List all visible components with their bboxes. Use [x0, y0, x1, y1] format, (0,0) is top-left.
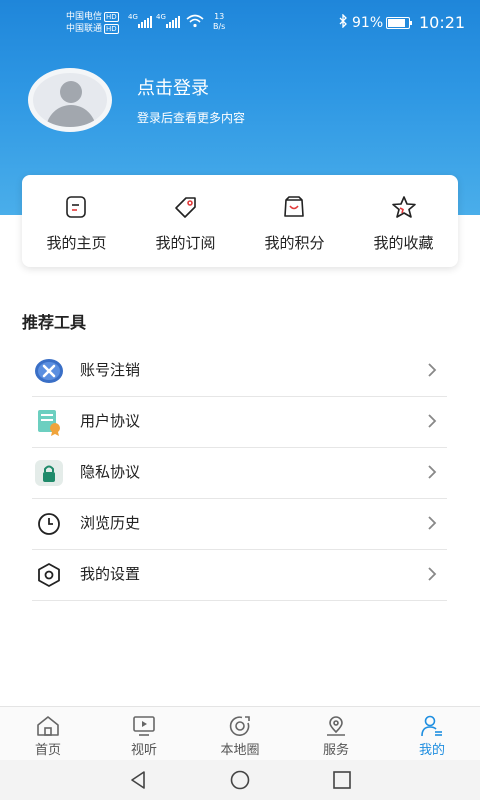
tab-mine[interactable]: 我的 [384, 707, 480, 761]
tab-label: 视听 [130, 743, 157, 758]
login-title[interactable]: 点击登录 [137, 74, 209, 100]
user-agreement-icon [34, 408, 64, 436]
network-speed: 13 B/s [213, 12, 226, 31]
section-title: 推荐工具 [22, 313, 87, 332]
chevron-right-icon [428, 516, 437, 530]
chevron-right-icon [428, 363, 437, 377]
home-icon [37, 716, 59, 736]
quick-action-my-points[interactable]: 我的积分 [240, 175, 349, 267]
map-pin-icon [327, 716, 345, 736]
signal-icon: 4G [156, 13, 184, 28]
tab-video[interactable]: 视听 [96, 707, 192, 761]
status-bar: 中国电信 HD 中国联通 HD 4G 4G 13 B/s 91% 10:21 [0, 0, 480, 44]
tag-icon [175, 197, 196, 218]
recent-apps-icon[interactable] [332, 770, 352, 790]
avatar[interactable] [28, 68, 112, 132]
back-icon[interactable] [128, 770, 148, 790]
tab-home[interactable]: 首页 [0, 707, 96, 761]
bottom-tab-bar: 首页 视听 本地圈 服务 我的 [0, 706, 480, 761]
battery-percent: 91% [352, 15, 384, 31]
clock: 10:21 [419, 13, 466, 32]
quick-action-my-homepage[interactable]: 我的主页 [22, 175, 131, 267]
hd-badge: HD [104, 12, 119, 22]
carrier-1: 中国电信 [66, 12, 103, 22]
tab-label: 本地圈 [220, 743, 260, 758]
chevron-right-icon [428, 567, 437, 581]
shopping-bag-icon [284, 196, 304, 217]
tool-label: 浏览历史 [80, 514, 141, 532]
bluetooth-icon [339, 13, 348, 32]
tool-item-privacy-agreement[interactable]: 隐私协议 [32, 447, 447, 499]
chevron-right-icon [428, 465, 437, 479]
quick-action-my-subscriptions[interactable]: 我的订阅 [131, 175, 240, 267]
quick-action-my-favorites[interactable]: 我的收藏 [349, 175, 458, 267]
tab-label: 我的 [418, 743, 445, 758]
signal-icon: 4G [128, 13, 156, 28]
settings-hexagon-icon [34, 561, 64, 589]
tab-label: 服务 [322, 743, 349, 758]
tool-item-browsing-history[interactable]: 浏览历史 [32, 498, 447, 550]
quick-action-label: 我的收藏 [373, 234, 434, 252]
cancel-account-icon [34, 357, 64, 385]
tool-item-user-agreement[interactable]: 用户协议 [32, 396, 447, 448]
quick-action-label: 我的主页 [46, 234, 107, 252]
quick-action-label: 我的积分 [264, 234, 325, 252]
home-circle-icon[interactable] [229, 770, 251, 790]
tool-item-cancel-account[interactable]: 账号注销 [32, 345, 447, 397]
star-icon [392, 196, 416, 218]
local-circle-icon [229, 716, 250, 736]
tab-local-circle[interactable]: 本地圈 [192, 707, 288, 761]
chevron-right-icon [428, 414, 437, 428]
homepage-icon [66, 196, 86, 218]
quick-action-label: 我的订阅 [155, 234, 216, 252]
hd-badge: HD [104, 24, 119, 34]
tool-label: 隐私协议 [80, 463, 141, 481]
tool-item-my-settings[interactable]: 我的设置 [32, 549, 447, 601]
battery-icon [386, 17, 412, 29]
tv-icon [133, 716, 155, 736]
carrier-2: 中国联通 [66, 24, 103, 34]
tool-label: 账号注销 [80, 361, 141, 379]
system-navigation-bar [0, 760, 480, 800]
tool-label: 用户协议 [80, 412, 141, 430]
privacy-lock-icon [34, 459, 64, 487]
wifi-icon [186, 14, 204, 28]
carrier-info: 中国电信 HD 中国联通 HD [66, 11, 119, 35]
tool-label: 我的设置 [80, 565, 141, 583]
clock-icon [34, 510, 64, 538]
tab-label: 首页 [34, 743, 61, 758]
user-icon [421, 715, 442, 737]
login-subtitle: 登录后查看更多内容 [137, 111, 246, 125]
quick-actions-card: 我的主页 我的订阅 我的积分 我的收藏 [22, 175, 458, 267]
tab-services[interactable]: 服务 [288, 707, 384, 761]
